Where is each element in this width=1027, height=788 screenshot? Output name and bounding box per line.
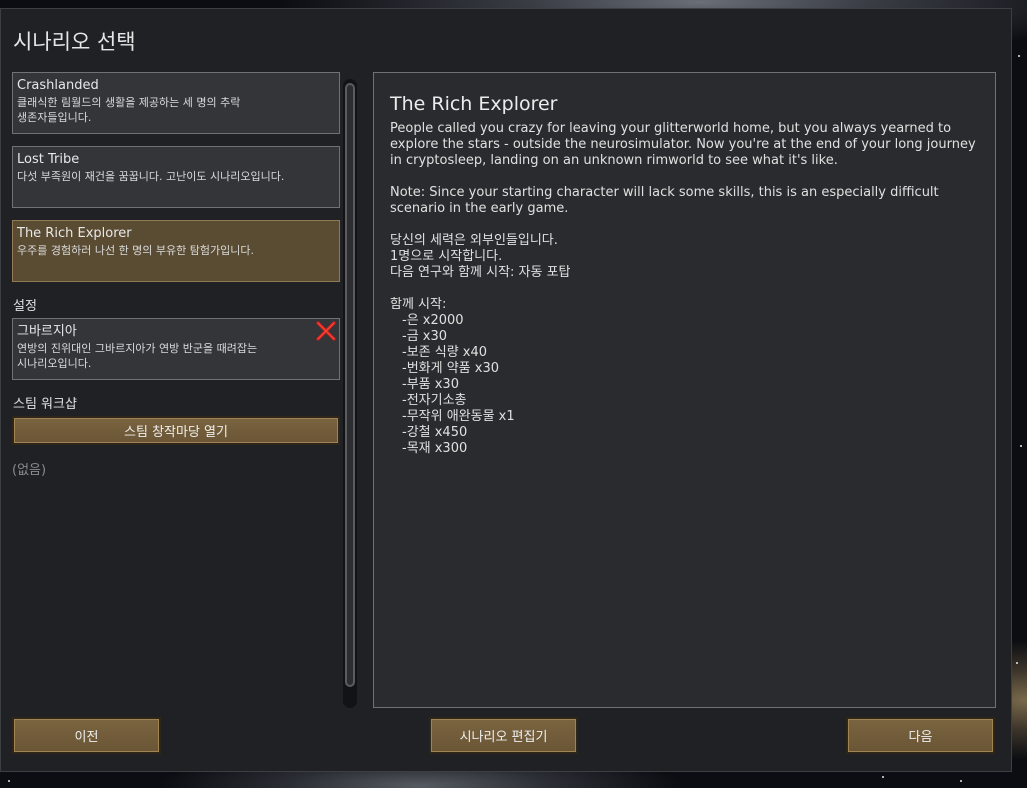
scenario-desc: 다섯 부족원이 재건을 꿈꿉니다. 고난이도 시나리오입니다. [17, 170, 285, 183]
star [1018, 55, 1020, 57]
start-with-label: 함께 시작: [390, 297, 447, 312]
scenario-detail-panel: The Rich Explorer People called you craz… [373, 72, 996, 708]
scenario-item-lost-tribe[interactable]: Lost Tribe 다섯 부족원이 재건을 꿈꿉니다. 고난이도 시나리오입니… [12, 146, 340, 208]
detail-faction-line: 1명으로 시작합니다. [390, 249, 503, 264]
start-item: -목재 x300 [402, 441, 468, 456]
page-title: 시나리오 선택 [13, 30, 136, 54]
star [960, 780, 962, 782]
detail-desc-line: in cryptosleep, landing on an unknown ri… [390, 153, 838, 168]
open-workshop-button[interactable]: 스팀 창작마당 열기 [12, 416, 340, 445]
detail-faction-line: 당신의 세력은 외부인들입니다. [390, 233, 558, 248]
storyteller-desc: 연방의 진위대인 그바르지아가 연방 반군을 때려잡는 [17, 342, 258, 355]
start-item: -보존 식량 x40 [402, 345, 488, 360]
start-item: -무작위 애완동물 x1 [402, 409, 515, 424]
star [1016, 662, 1018, 664]
scenario-editor-button[interactable]: 시나리오 편집기 [429, 717, 578, 754]
scenario-desc: 클래식한 림월드의 생활을 제공하는 세 명의 추락 [17, 96, 241, 109]
start-item: -은 x2000 [402, 313, 464, 328]
detail-note-line: scenario in the early game. [390, 201, 569, 216]
scenario-item-rich-explorer[interactable]: The Rich Explorer 우주를 경험하러 나선 한 명의 부유한 탐… [12, 220, 340, 282]
scenario-select-window: 시나리오 선택 Crashlanded 클래식한 림월드의 생활을 제공하는 세… [0, 8, 1012, 772]
start-item: -번화게 약품 x30 [402, 361, 499, 376]
detail-desc-line: explore the stars - outside the neurosim… [390, 137, 976, 152]
scenario-list-scrollbar[interactable] [343, 79, 357, 708]
scenario-detail-title: The Rich Explorer [390, 93, 558, 115]
scenario-desc: 우주를 경험하러 나선 한 명의 부유한 탐험가입니다. [17, 244, 254, 257]
workshop-label: 스팀 워크샵 [13, 397, 77, 412]
scenario-item-crashlanded[interactable]: Crashlanded 클래식한 림월드의 생활을 제공하는 세 명의 추락 생… [12, 72, 340, 134]
scenario-name: The Rich Explorer [17, 226, 132, 241]
start-item: -전자기소총 [402, 393, 467, 408]
next-button[interactable]: 다음 [846, 717, 995, 754]
star [882, 776, 884, 778]
storyteller-desc: 시나리오입니다. [17, 357, 92, 370]
star [8, 780, 10, 782]
scenario-desc: 생존자들입니다. [17, 111, 92, 124]
detail-faction-line: 다음 연구와 함께 시작: 자동 포탑 [390, 265, 571, 280]
prev-button[interactable]: 이전 [12, 717, 161, 754]
start-item: -금 x30 [402, 329, 448, 344]
settings-label: 설정 [13, 299, 37, 314]
workshop-none-label: (없음) [12, 463, 47, 478]
start-item: -강철 x450 [402, 425, 468, 440]
star [1020, 445, 1022, 447]
scenario-list: Crashlanded 클래식한 림월드의 생활을 제공하는 세 명의 추락 생… [12, 72, 340, 702]
scenario-name: Crashlanded [17, 78, 99, 93]
storyteller-name: 그바르지아 [17, 324, 77, 339]
start-item: -부품 x30 [402, 377, 459, 392]
scenario-name: Lost Tribe [17, 152, 80, 167]
scrollbar-thumb[interactable] [345, 83, 355, 687]
storyteller-item[interactable]: 그바르지아 연방의 진위대인 그바르지아가 연방 반군을 때려잡는 시나리오입니… [12, 318, 340, 380]
remove-icon[interactable] [315, 320, 337, 342]
detail-note-line: Note: Since your starting character will… [390, 185, 939, 200]
detail-desc-line: People called you crazy for leaving your… [390, 121, 952, 136]
